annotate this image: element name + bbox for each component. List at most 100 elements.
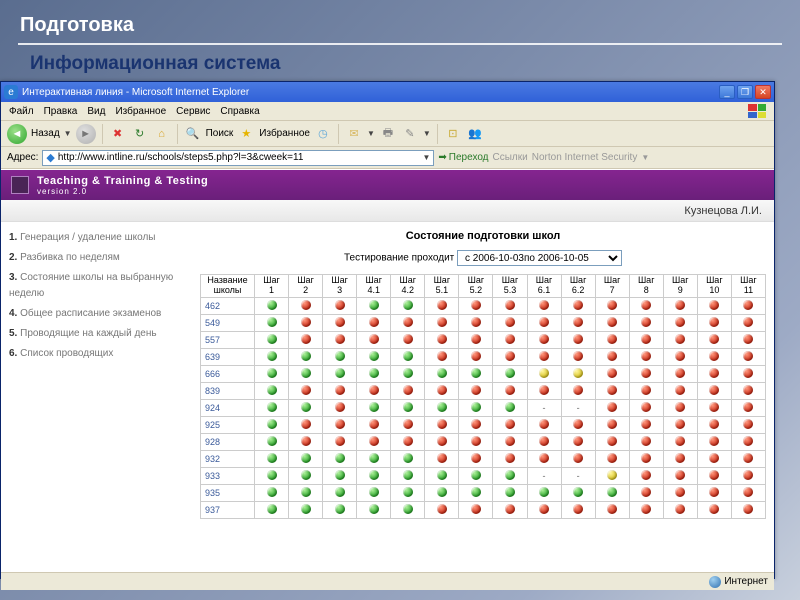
status-cell <box>493 467 527 484</box>
status-cell <box>323 314 357 331</box>
school-cell[interactable]: 935 <box>201 484 255 501</box>
col-step: Шаг3 <box>323 275 357 298</box>
status-cell <box>391 484 425 501</box>
status-dot-icon <box>743 368 753 378</box>
status-cell <box>629 331 663 348</box>
status-cell <box>391 467 425 484</box>
stop-button[interactable]: ✖ <box>109 125 127 143</box>
search-label[interactable]: Поиск <box>206 128 234 139</box>
status-cell <box>255 348 289 365</box>
maximize-button[interactable]: ❐ <box>737 85 753 99</box>
col-step: Шаг10 <box>697 275 731 298</box>
status-dot-icon <box>437 351 447 361</box>
links-label[interactable]: Ссылки <box>493 152 528 163</box>
filter-row: Тестирование проходит с 2006-10-03по 200… <box>200 250 766 266</box>
favorites-icon[interactable]: ★ <box>237 125 255 143</box>
favorites-label[interactable]: Избранное <box>259 128 310 139</box>
school-cell[interactable]: 549 <box>201 314 255 331</box>
status-dot-icon <box>301 453 311 463</box>
status-cell <box>289 365 323 382</box>
nav-item-1[interactable]: 1. Генерация / удаление школы <box>9 230 194 246</box>
nav-item-4[interactable]: 4. Общее расписание экзаменов <box>9 306 194 322</box>
status-cell <box>663 484 697 501</box>
status-cell <box>289 416 323 433</box>
status-dot-icon <box>675 487 685 497</box>
status-dot-icon <box>505 368 515 378</box>
titlebar[interactable]: e Интерактивная линия - Microsoft Intern… <box>1 82 774 102</box>
table-row: 925 <box>201 416 766 433</box>
nav-item-3[interactable]: 3. Состояние школы на выбранную неделю <box>9 270 194 302</box>
col-step: Шаг5.3 <box>493 275 527 298</box>
status-dot-icon <box>607 300 617 310</box>
back-label[interactable]: Назад <box>31 128 60 139</box>
status-dot-icon <box>505 419 515 429</box>
menu-tools[interactable]: Сервис <box>176 106 210 117</box>
status-cell <box>357 331 391 348</box>
address-input[interactable]: ◆ http://www.intline.ru/schools/steps5.p… <box>42 150 434 166</box>
school-cell[interactable]: 933 <box>201 467 255 484</box>
status-cell <box>255 314 289 331</box>
mail-icon[interactable]: ✉ <box>345 125 363 143</box>
school-cell[interactable]: 937 <box>201 501 255 518</box>
school-cell[interactable]: 925 <box>201 416 255 433</box>
close-button[interactable]: ✕ <box>755 85 771 99</box>
back-button[interactable]: ◄ <box>7 124 27 144</box>
status-dot-icon <box>743 470 753 480</box>
status-cell <box>527 365 561 382</box>
status-cell <box>697 314 731 331</box>
encoding-icon[interactable]: ⊡ <box>444 125 462 143</box>
status-cell <box>697 331 731 348</box>
status-cell <box>425 348 459 365</box>
menu-edit[interactable]: Правка <box>44 106 78 117</box>
slide-subtitle: Информационная система <box>0 53 800 81</box>
search-icon[interactable]: 🔍 <box>184 125 202 143</box>
status-dot-icon <box>471 470 481 480</box>
status-cell <box>425 467 459 484</box>
status-dot-icon <box>539 300 549 310</box>
edit-icon[interactable]: ✎ <box>401 125 419 143</box>
status-cell <box>629 467 663 484</box>
status-cell <box>357 416 391 433</box>
table-row: 839 <box>201 382 766 399</box>
status-cell <box>391 450 425 467</box>
home-button[interactable]: ⌂ <box>153 125 171 143</box>
history-icon[interactable]: ◷ <box>314 125 332 143</box>
status-dot-icon <box>539 351 549 361</box>
status-cell <box>527 297 561 314</box>
refresh-button[interactable]: ↻ <box>131 125 149 143</box>
school-cell[interactable]: 928 <box>201 433 255 450</box>
status-cell <box>459 365 493 382</box>
menu-file[interactable]: Файл <box>9 106 34 117</box>
browser-viewport[interactable]: Teaching & Training & Testing version 2.… <box>1 169 774 572</box>
status-dot-icon <box>301 317 311 327</box>
school-cell[interactable]: 932 <box>201 450 255 467</box>
school-cell[interactable]: 666 <box>201 365 255 382</box>
menu-help[interactable]: Справка <box>220 106 259 117</box>
status-cell <box>425 382 459 399</box>
status-cell <box>595 416 629 433</box>
school-cell[interactable]: 839 <box>201 382 255 399</box>
nav-item-5[interactable]: 5. Проводящие на каждый день <box>9 326 194 342</box>
go-button[interactable]: ➡ Переход <box>438 152 488 163</box>
school-cell[interactable]: 924 <box>201 399 255 416</box>
status-dot-icon <box>573 487 583 497</box>
nav-item-6[interactable]: 6. Список проводящих <box>9 346 194 362</box>
filter-select[interactable]: с 2006-10-03по 2006-10-05 <box>457 250 622 266</box>
school-cell[interactable]: 639 <box>201 348 255 365</box>
status-cell <box>459 450 493 467</box>
status-cell <box>289 348 323 365</box>
print-icon[interactable]: 🖶 <box>379 125 397 143</box>
nav-item-2[interactable]: 2. Разбивка по неделям <box>9 250 194 266</box>
messenger-icon[interactable]: 👥 <box>466 125 484 143</box>
status-dot-icon <box>641 470 651 480</box>
status-dot-icon <box>335 317 345 327</box>
minimize-button[interactable]: _ <box>719 85 735 99</box>
norton-label[interactable]: Norton Internet Security <box>532 152 638 163</box>
menu-view[interactable]: Вид <box>87 106 105 117</box>
status-dot-icon <box>369 453 379 463</box>
school-cell[interactable]: 557 <box>201 331 255 348</box>
school-cell[interactable]: 462 <box>201 297 255 314</box>
status-dot-icon <box>505 504 515 514</box>
menu-favorites[interactable]: Избранное <box>115 106 166 117</box>
status-dot-icon <box>573 300 583 310</box>
